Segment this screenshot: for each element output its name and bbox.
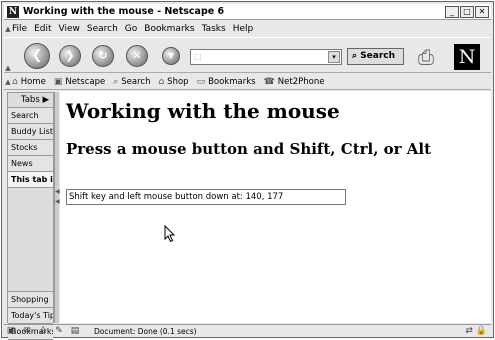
- page-title: Working with the mouse: [66, 99, 340, 123]
- sidebar-item-stocks[interactable]: Stocks: [8, 140, 53, 156]
- chevron-down-icon: ▼: [167, 51, 175, 60]
- menu-bookmarks[interactable]: Bookmarks: [144, 24, 194, 34]
- reload-button[interactable]: ↻: [92, 45, 114, 67]
- personal-shop-label: Shop: [167, 76, 189, 87]
- mouse-pointer-icon: [164, 225, 176, 243]
- forward-button[interactable]: ❯: [59, 45, 81, 67]
- netscape-logo[interactable]: N: [454, 44, 480, 70]
- aim-icon[interactable]: ♙: [36, 326, 50, 336]
- netscape-icon: N: [7, 6, 19, 18]
- magnifier-icon: ⌕: [352, 51, 358, 61]
- menu-file[interactable]: File: [12, 24, 27, 34]
- maximize-button[interactable]: □: [460, 6, 474, 18]
- personal-search[interactable]: ⌕ Search: [113, 77, 150, 87]
- print-icon[interactable]: ⎙: [418, 45, 434, 69]
- url-dropdown-button[interactable]: ▾: [328, 51, 340, 63]
- sidebar-panel-header: This tab is: [8, 172, 53, 188]
- url-field[interactable]: ⬚ ▾: [190, 49, 342, 65]
- sidebar-item-search[interactable]: Search: [8, 108, 53, 124]
- menu-search[interactable]: Search: [87, 24, 118, 34]
- address-book-icon[interactable]: ▤: [68, 326, 82, 336]
- search-button[interactable]: ⌕ Search: [347, 48, 404, 65]
- reload-icon: ↻: [98, 49, 108, 62]
- search-button-label: Search: [360, 51, 396, 61]
- sidebar-item-shopping[interactable]: Shopping: [8, 292, 53, 308]
- page-content: Working with the mouse Press a mouse but…: [60, 91, 491, 323]
- search-icon: ⌕: [113, 76, 119, 87]
- page-subtitle: Press a mouse button and Shift, Ctrl, or…: [66, 140, 432, 158]
- menu-help[interactable]: Help: [233, 24, 254, 34]
- menu-go[interactable]: Go: [125, 24, 137, 34]
- personal-shop[interactable]: ⌂ Shop: [158, 77, 188, 87]
- mouse-status-field[interactable]: Shift key and left mouse button down at:…: [66, 189, 346, 205]
- online-status-icon: ⇄ 🔒: [465, 326, 487, 336]
- sidebar: Tabs ▶ Search Buddy List Stocks News Thi…: [7, 92, 54, 340]
- back-arrow-icon: ❮: [31, 48, 43, 63]
- sidebar-tabs-menu[interactable]: Tabs ▶: [8, 93, 53, 108]
- navigator-icon[interactable]: ▣: [4, 326, 18, 336]
- composer-icon[interactable]: ✎: [52, 326, 66, 336]
- personal-toolbar: ▲ ⌂ Home ▣ Netscape ⌕ Search ⌂ Shop ▭ Bookmar…: [4, 74, 491, 90]
- personal-net2phone-label: Net2Phone: [277, 76, 325, 87]
- my-netscape-icon: ▣: [53, 76, 63, 87]
- personal-bookmarks[interactable]: ▭ Bookmarks: [197, 77, 256, 87]
- personal-bookmarks-label: Bookmarks: [208, 76, 256, 87]
- minimize-button[interactable]: _: [445, 6, 459, 18]
- mail-icon[interactable]: ✉: [20, 326, 34, 336]
- back-button[interactable]: ❮: [24, 43, 50, 69]
- window-title: Working with the mouse - Netscape 6: [23, 6, 225, 17]
- shop-icon: ⌂: [158, 76, 165, 87]
- personal-net2phone[interactable]: ☎ Net2Phone: [264, 77, 325, 87]
- url-history-button[interactable]: ▼: [162, 47, 180, 65]
- personal-netscape-label: Netscape: [65, 76, 106, 87]
- menu-tasks[interactable]: Tasks: [202, 24, 226, 34]
- toolbar-grip-icon[interactable]: ▲: [4, 23, 12, 35]
- stop-button[interactable]: ✕: [126, 45, 148, 67]
- status-bar: ▣ ✉ ♙ ✎ ▤ Document: Done (0.1 secs) ⇄ 🔒: [4, 324, 491, 337]
- title-bar: N Working with the mouse - Netscape 6 _ …: [4, 4, 491, 20]
- personal-home-label: Home: [20, 76, 46, 87]
- splitter-grip-icon[interactable]: ◀ ◀: [55, 187, 60, 227]
- personal-search-label: Search: [121, 76, 151, 87]
- stop-icon: ✕: [132, 49, 142, 62]
- phone-icon: ☎: [263, 76, 275, 87]
- browser-window: N Working with the mouse - Netscape 6 _ …: [1, 1, 494, 340]
- sidebar-item-buddy-list[interactable]: Buddy List: [8, 124, 53, 140]
- personal-netscape[interactable]: ▣ Netscape: [54, 77, 105, 87]
- sidebar-item-news[interactable]: News: [8, 156, 53, 172]
- sidebar-splitter[interactable]: ◀ ◀: [54, 92, 60, 323]
- menu-view[interactable]: View: [59, 24, 80, 34]
- status-text: Document: Done (0.1 secs): [94, 326, 197, 336]
- page-icon: ⬚: [194, 52, 202, 61]
- bookmarks-folder-icon: ▭: [196, 76, 206, 87]
- menu-edit[interactable]: Edit: [34, 24, 51, 34]
- menu-bar: ▲ File Edit View Search Go Bookmarks Tas…: [4, 22, 491, 36]
- personal-home[interactable]: ⌂ Home: [12, 77, 46, 87]
- sidebar-panel: [8, 188, 53, 292]
- forward-arrow-icon: ❯: [65, 49, 75, 62]
- toolbar-grip-icon[interactable]: ▲: [4, 76, 12, 88]
- sidebar-item-todays-tip[interactable]: Today's Tip: [8, 308, 53, 324]
- home-icon: ⌂: [12, 76, 18, 87]
- toolbar-grip-icon[interactable]: ▲: [4, 62, 12, 74]
- close-button[interactable]: ✕: [475, 6, 489, 18]
- navigation-toolbar: ▲ ❮ ❯ ↻ ✕ ▼ ⬚ ▾ ⌕ Search ⎙ N: [4, 37, 491, 73]
